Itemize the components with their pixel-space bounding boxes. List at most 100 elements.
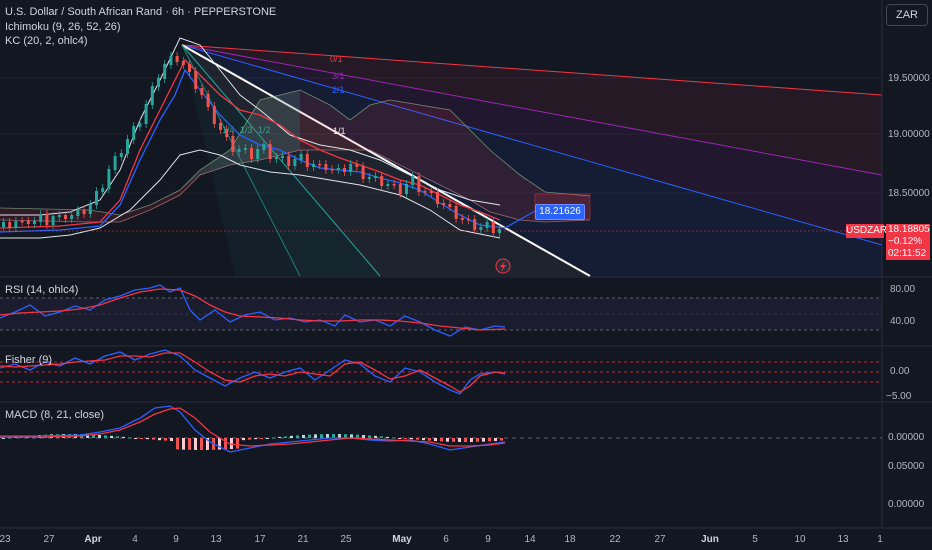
macd-histogram-bar <box>284 436 287 438</box>
candle-body <box>101 188 105 192</box>
candle-body <box>324 164 328 170</box>
macd-histogram-bar <box>326 434 329 438</box>
chart-canvas[interactable]: 0/1 3/1 2/1 1/1 1/4 1/3 1/2 <box>0 0 932 550</box>
macd-histogram-bar <box>368 435 371 438</box>
candle-body <box>343 168 346 172</box>
candle-body <box>448 204 452 207</box>
candle-body <box>181 61 185 65</box>
candle-body <box>262 144 266 150</box>
candle-body <box>274 157 278 159</box>
fisher-tick: −5.00 <box>886 391 912 402</box>
candle-body <box>107 169 111 189</box>
rsi-pane[interactable] <box>0 284 882 337</box>
macd-histogram-bar <box>236 438 239 449</box>
macd-histogram-bar <box>176 438 179 450</box>
candle-body <box>39 214 43 222</box>
macd-histogram-bar <box>146 438 149 440</box>
candle-body <box>45 214 49 225</box>
symbol-title[interactable]: U.S. Dollar / South African Rand · 6h · … <box>5 6 276 19</box>
macd-histogram-bar <box>248 438 251 440</box>
macd-histogram-bar <box>434 438 437 442</box>
macd-histogram-bar <box>500 438 503 441</box>
macd-histogram-bar <box>140 438 143 439</box>
last-price-box: 18.18805 −0.12% 02:11:52 <box>886 224 930 260</box>
rsi-tick: 40.00 <box>890 316 916 327</box>
macd-tick: 0.00000 <box>888 499 925 510</box>
candle-body <box>113 156 117 170</box>
macd-histogram-bar <box>404 438 407 439</box>
time-axis-label: 13 <box>837 534 849 545</box>
candle-body <box>485 222 489 228</box>
fisher-legend[interactable]: Fisher (9) <box>5 354 52 367</box>
candle-body <box>33 221 36 224</box>
candle-body <box>132 126 136 140</box>
ichimoku-legend[interactable]: Ichimoku (9, 26, 52, 26) <box>5 21 121 34</box>
macd-histogram-bar <box>164 438 167 441</box>
currency-button[interactable]: ZAR <box>886 4 928 26</box>
candle-body <box>374 176 377 178</box>
macd-histogram-bar <box>116 436 119 438</box>
macd-histogram-bar <box>380 436 383 438</box>
candle-body <box>405 184 408 194</box>
rsi-tick: 80.00 <box>890 284 916 295</box>
price-tick: 18.50000 <box>888 188 930 199</box>
time-axis-label: 6 <box>443 534 449 545</box>
time-axis-label: Jun <box>701 534 719 545</box>
candle-body <box>163 64 167 79</box>
time-axis-label: 4 <box>132 534 138 545</box>
time-axis-label: 17 <box>254 534 266 545</box>
candle-body <box>231 136 235 152</box>
fan-label-0-1: 0/1 <box>330 54 343 64</box>
macd-histogram-bar <box>242 438 245 441</box>
time-axis-label: 27 <box>43 534 55 545</box>
macd-histogram-bar <box>458 438 461 442</box>
keltner-legend[interactable]: KC (20, 2, ohlc4) <box>5 35 88 48</box>
macd-histogram-bar <box>224 438 227 450</box>
last-price-symbol: USDZAR <box>846 224 888 238</box>
macd-histogram-bar <box>296 435 299 438</box>
last-price-value: 18.18805 <box>888 224 930 235</box>
time-axis-label: 25 <box>340 534 352 545</box>
macd-histogram-bar <box>104 435 107 438</box>
last-price-tag: USDZAR 18.18805 −0.12% 02:11:52 <box>846 224 930 260</box>
time-axis-label: 23 <box>0 534 11 545</box>
time-axis-label: 18 <box>564 534 576 545</box>
macd-histogram-bar <box>392 437 395 439</box>
time-axis-label: 21 <box>297 534 309 545</box>
candle-body <box>398 184 402 194</box>
macd-histogram-bar <box>320 434 323 438</box>
macd-histogram-bar <box>200 438 203 450</box>
time-axis-label: 22 <box>609 534 621 545</box>
candle-body <box>491 222 495 233</box>
macd-histogram-bar <box>482 438 485 442</box>
macd-histogram-bar <box>494 438 497 442</box>
macd-histogram-bar <box>266 437 269 439</box>
macd-legend[interactable]: MACD (8, 21, close) <box>5 409 104 422</box>
rsi-legend[interactable]: RSI (14, ohlc4) <box>5 284 78 297</box>
candle-body <box>2 222 5 227</box>
candle-body <box>349 164 353 172</box>
macd-histogram-bar <box>290 435 293 438</box>
macd-pane[interactable] <box>0 405 882 453</box>
candle-body <box>119 153 123 157</box>
projection-price-label[interactable]: 18.21626 <box>535 204 585 220</box>
time-axis-label: 14 <box>524 534 536 545</box>
fisher-pane[interactable] <box>0 349 882 395</box>
candle-body <box>126 139 129 154</box>
time-axis-label: May <box>392 534 412 545</box>
candle-body <box>411 176 415 185</box>
candle-body <box>138 123 142 127</box>
candle-body <box>479 227 483 230</box>
price-tick: 19.50000 <box>888 73 930 84</box>
macd-histogram-bar <box>488 438 491 442</box>
macd-histogram-bar <box>98 434 101 438</box>
candle-body <box>318 164 322 166</box>
candle-body <box>243 148 247 150</box>
time-axis-label: 10 <box>794 534 806 545</box>
macd-histogram-bar <box>302 434 305 438</box>
candle-body <box>95 191 98 205</box>
event-lightning-icon[interactable] <box>495 258 511 274</box>
candle-body <box>150 86 154 105</box>
macd-histogram-bar <box>410 438 413 440</box>
time-axis-label: 13 <box>210 534 222 545</box>
